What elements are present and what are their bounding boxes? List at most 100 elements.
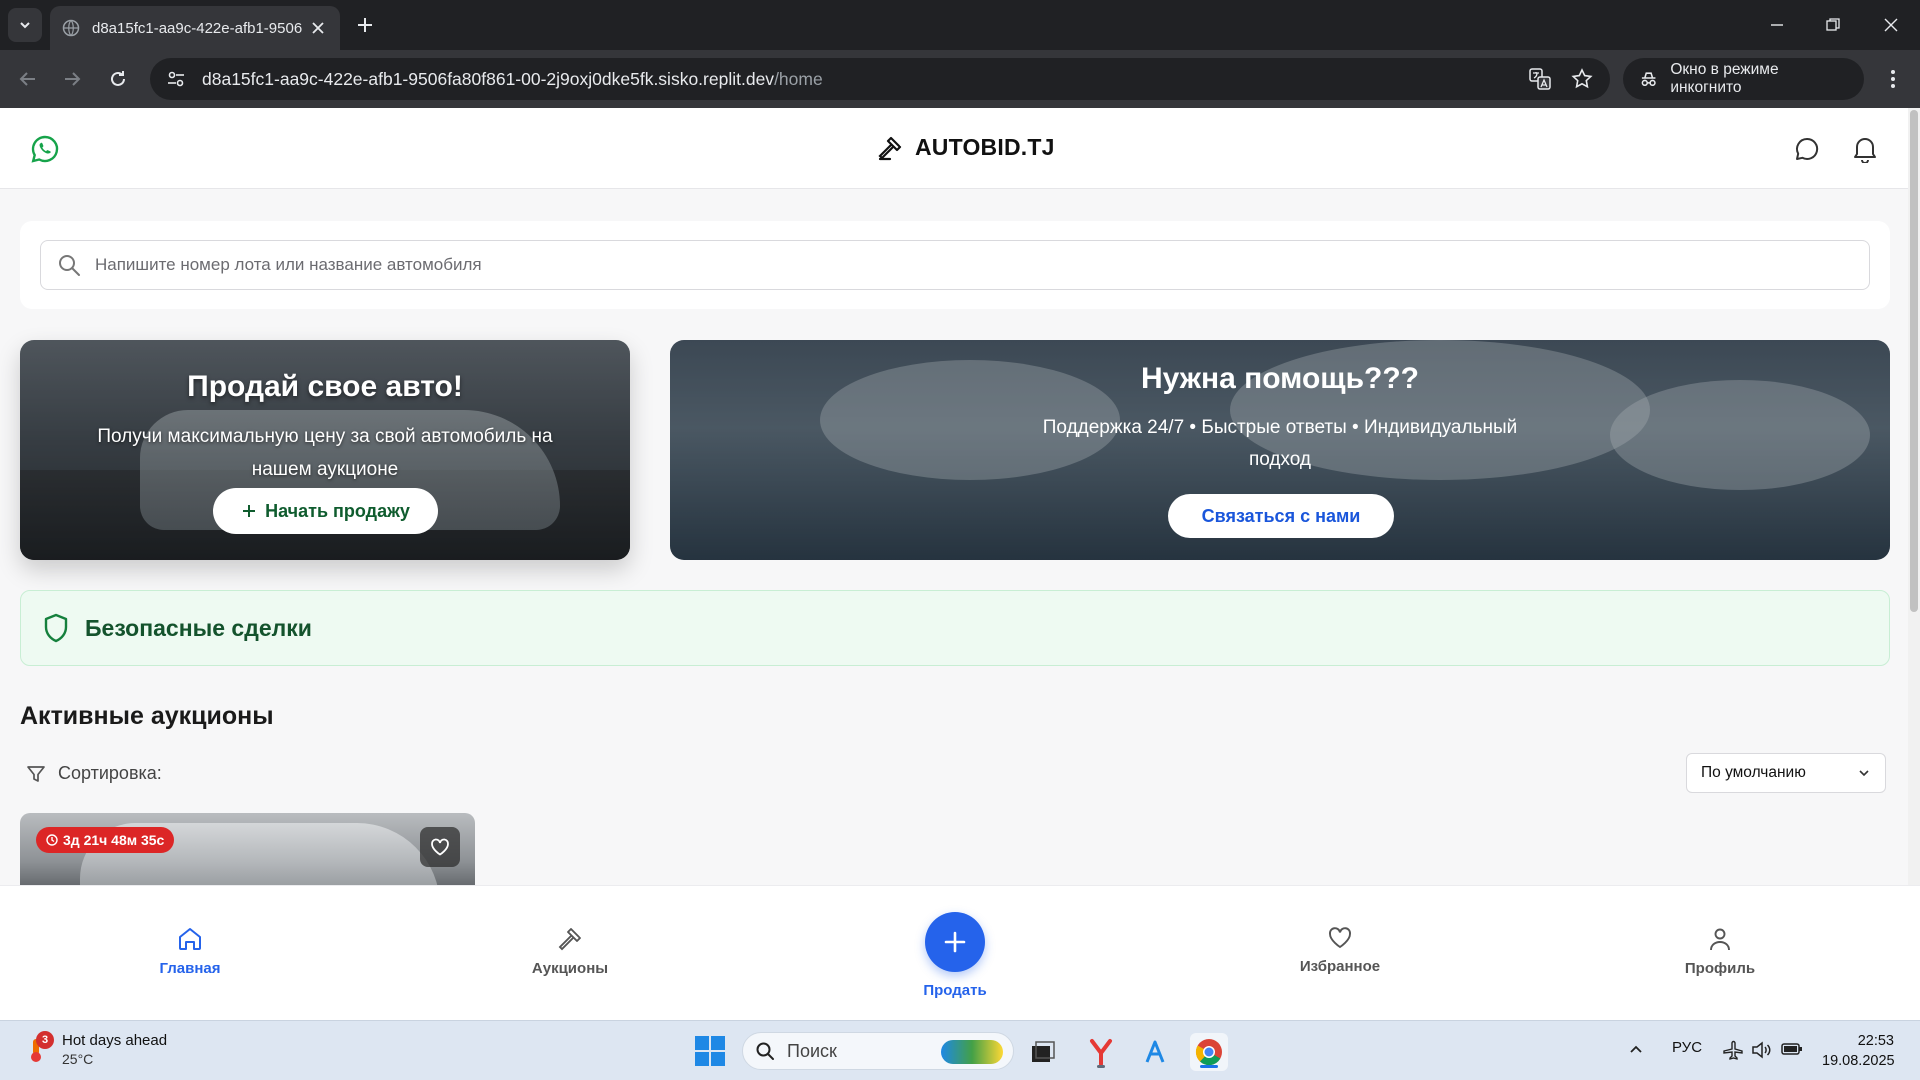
windows-start-icon[interactable] (694, 1035, 726, 1067)
user-icon (1710, 928, 1730, 951)
bookmark-star-icon[interactable] (1570, 67, 1594, 91)
task-view-button[interactable] (1024, 1033, 1062, 1071)
home-icon (179, 928, 201, 950)
battery-icon[interactable] (1780, 1039, 1804, 1059)
incognito-indicator[interactable]: Окно в режиме инкогнито (1623, 58, 1864, 100)
show-hidden-icons-button[interactable] (1628, 1041, 1644, 1057)
sell-fab-button[interactable] (925, 912, 985, 972)
reload-button[interactable] (102, 63, 134, 95)
back-button[interactable] (12, 63, 44, 95)
sell-car-banner: Продай свое авто! Получи максимальную це… (20, 340, 630, 560)
shield-icon (44, 613, 68, 643)
translate-icon[interactable] (1528, 67, 1552, 91)
translator-app-button[interactable] (1136, 1033, 1174, 1071)
lot-timer-text: 3д 21ч 48м 35с (63, 832, 165, 848)
active-indicator (1200, 1065, 1218, 1068)
brand-logo[interactable]: AUTOBID.TJ (877, 134, 1055, 161)
plus-icon (944, 931, 966, 953)
plus-icon (358, 18, 372, 32)
close-tab-icon[interactable] (308, 18, 328, 38)
clock-date: 19.08.2025 (1822, 1053, 1895, 1069)
address-bar[interactable]: d8a15fc1-aa9c-422e-afb1-9506fa80f861-00-… (150, 58, 1610, 100)
app-header: AUTOBID.TJ (0, 108, 1908, 189)
sell-banner-subtitle: Получи максимальную цену за свой автомоб… (97, 426, 553, 480)
browser-toolbar: d8a15fc1-aa9c-422e-afb1-9506fa80f861-00-… (0, 50, 1920, 108)
nav-item-sell[interactable]: Продать (880, 912, 1030, 999)
taskbar-clock[interactable]: 22:53 19.08.2025 (1822, 1031, 1895, 1071)
browser-tab[interactable]: d8a15fc1-aa9c-422e-afb1-9506 (50, 6, 340, 50)
contact-us-label: Связаться с нами (1201, 505, 1361, 526)
heart-icon (431, 838, 449, 856)
airplane-mode-icon[interactable] (1722, 1039, 1744, 1061)
tab-title: d8a15fc1-aa9c-422e-afb1-9506 (92, 19, 303, 37)
restore-button[interactable] (1818, 10, 1848, 40)
browser-menu-button[interactable] (1880, 65, 1906, 93)
page-viewport: AUTOBID.TJ Продай свое авто! Получи макс… (0, 108, 1920, 1020)
nav-item-profile[interactable]: Профиль (1640, 926, 1800, 977)
close-icon (1884, 18, 1898, 32)
plus-icon (243, 505, 256, 517)
sort-label: Сортировка: (26, 763, 162, 784)
start-selling-button[interactable]: Начать продажу (213, 488, 438, 534)
chevron-down-icon (20, 22, 30, 29)
search-icon (756, 1042, 774, 1060)
taskbar-search-label: Поиск (787, 1040, 837, 1061)
browser-tabbar: d8a15fc1-aa9c-422e-afb1-9506 (0, 0, 1920, 50)
search-input[interactable] (95, 255, 1853, 275)
sort-select[interactable]: По умолчанию (1686, 753, 1886, 793)
chat-bubble-icon (1796, 137, 1819, 160)
favorite-button[interactable] (420, 827, 460, 867)
running-indicator (1097, 1065, 1105, 1068)
forward-button[interactable] (56, 63, 88, 95)
nav-item-home[interactable]: Главная (110, 926, 270, 977)
secure-deals-banner[interactable]: Безопасные сделки (20, 590, 1890, 666)
lot-card[interactable]: 3д 21ч 48м 35с (20, 813, 475, 893)
weather-badge: 3 (36, 1031, 54, 1049)
sort-select-value: По умолчанию (1701, 764, 1806, 781)
new-tab-button[interactable] (352, 12, 378, 38)
chrome-button[interactable] (1190, 1033, 1228, 1071)
tab-search-button[interactable] (8, 8, 42, 42)
clock-icon (46, 834, 58, 846)
windows-taskbar: 3 Hot days ahead 25°C Поиск РУС 22:53 19… (0, 1020, 1920, 1080)
arrow-left-icon (19, 72, 35, 86)
nav-item-auctions[interactable]: Аукционы (490, 926, 650, 977)
sort-label-text: Сортировка: (58, 763, 162, 783)
search-box[interactable] (40, 240, 1870, 290)
minimize-button[interactable] (1762, 10, 1792, 40)
chat-button[interactable] (1792, 134, 1822, 164)
clock-time: 22:53 (1857, 1033, 1894, 1049)
close-window-button[interactable] (1876, 10, 1906, 40)
site-info-icon[interactable] (166, 68, 188, 90)
whatsapp-icon[interactable] (30, 134, 60, 164)
chevron-up-icon (1630, 1045, 1642, 1053)
volume-icon[interactable] (1750, 1039, 1772, 1061)
weather-widget[interactable]: 3 Hot days ahead 25°C (22, 1031, 167, 1069)
weather-temp: 25°C (62, 1051, 94, 1067)
secure-deals-label: Безопасные сделки (85, 614, 312, 641)
filter-icon (27, 765, 45, 782)
taskbar-search[interactable]: Поиск (742, 1032, 1014, 1070)
search-icon (59, 255, 80, 276)
minimize-icon (1771, 24, 1783, 26)
url-host: d8a15fc1-aa9c-422e-afb1-9506fa80f861-00-… (202, 68, 775, 89)
page-scrollbar[interactable] (1908, 108, 1920, 1020)
lot-timer-badge: 3д 21ч 48м 35с (36, 827, 175, 853)
active-auctions-title: Активные аукционы (20, 702, 274, 730)
start-selling-label: Начать продажу (265, 500, 410, 521)
chevron-down-icon (1859, 770, 1869, 777)
language-indicator[interactable]: РУС (1672, 1039, 1702, 1056)
arrow-right-icon (65, 72, 81, 86)
nav-item-favorites[interactable]: Избранное (1260, 926, 1420, 975)
notifications-button[interactable] (1850, 134, 1880, 164)
help-banner-subtitle: Поддержка 24/7 • Быстрые ответы • Индиви… (1042, 417, 1518, 470)
nav-item-label: Профиль (1684, 960, 1756, 977)
reload-icon (111, 71, 125, 86)
contact-us-button[interactable]: Связаться с нами (1168, 494, 1394, 538)
more-vertical-icon (1891, 70, 1895, 88)
yandex-browser-button[interactable] (1082, 1033, 1120, 1071)
scrollbar-thumb[interactable] (1910, 110, 1918, 612)
restore-icon (1826, 18, 1840, 31)
yandex-icon (1090, 1039, 1112, 1066)
weather-title: Hot days ahead (62, 1032, 168, 1049)
